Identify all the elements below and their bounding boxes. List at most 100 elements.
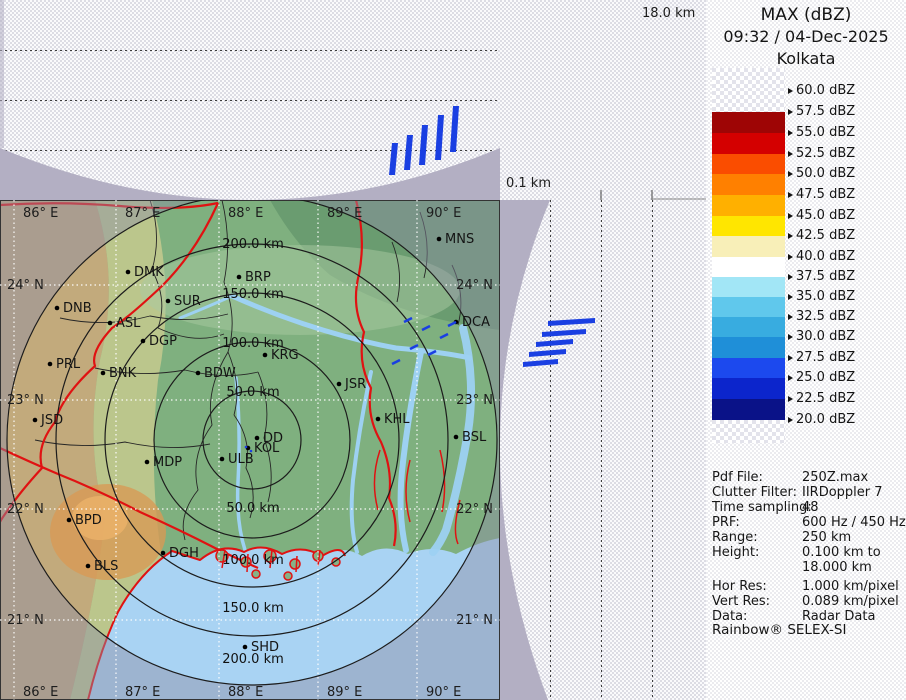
- info-label: Pdf File:: [712, 470, 763, 485]
- station-marker: [101, 371, 106, 376]
- station-marker: [255, 436, 260, 441]
- ppi-map: 86° E86° E87° E87° E88° E88° E89° E89° E…: [0, 200, 500, 700]
- scale-band: [712, 68, 785, 91]
- station-marker: [141, 339, 146, 344]
- station-label: PRL: [56, 357, 81, 372]
- station-label: KHL: [384, 412, 410, 427]
- map-canvas: 86° E86° E87° E87° E88° E88° E89° E89° E…: [0, 200, 500, 700]
- station-label: DMK: [134, 265, 164, 280]
- scale-band: [712, 154, 785, 174]
- lat-label-left: 24° N: [7, 278, 44, 293]
- scale-band: [712, 195, 785, 216]
- lon-label-bottom: 87° E: [125, 685, 160, 700]
- scale-tick-arrow-icon: [788, 151, 793, 157]
- scale-tick-arrow-icon: [788, 171, 793, 177]
- scale-value-label: 55.0 dBZ: [796, 125, 855, 139]
- range-ring-label: 50.0 km: [226, 385, 279, 400]
- scale-tick-arrow-icon: [788, 294, 793, 300]
- station-label: ASL: [116, 316, 141, 331]
- station-label: KOL: [254, 441, 280, 456]
- scale-value-label: 45.0 dBZ: [796, 208, 855, 222]
- station-label: DCA: [462, 315, 490, 330]
- range-ring-label: 100.0 km: [222, 553, 284, 568]
- station-marker: [166, 299, 171, 304]
- ns-echo-bar: [523, 359, 558, 367]
- station-label: BNK: [109, 366, 137, 381]
- scale-tick-arrow-icon: [788, 192, 793, 198]
- station-marker: [67, 518, 72, 523]
- info-value: IIRDoppler 7: [802, 485, 883, 500]
- range-ring-label: 150.0 km: [222, 287, 284, 302]
- corner-ticks: [500, 0, 706, 200]
- station-marker: [337, 382, 342, 387]
- info-value: 18.000 km: [802, 560, 872, 575]
- scale-band: [712, 399, 785, 420]
- scale-tick-arrow-icon: [788, 88, 793, 94]
- scale-value-label: 32.5 dBZ: [796, 309, 855, 323]
- station-label: ULB: [228, 452, 254, 467]
- scale-band: [712, 257, 785, 277]
- beam-blind-wedge: [500, 200, 550, 700]
- panel-edge-shade: [0, 0, 4, 148]
- scale-value-label: 30.0 dBZ: [796, 329, 855, 343]
- lon-label-top: 86° E: [23, 206, 58, 221]
- scale-tick-arrow-icon: [788, 334, 793, 340]
- scale-value-label: 57.5 dBZ: [796, 104, 855, 118]
- scale-band: [712, 112, 785, 133]
- ew-echo-bar: [419, 125, 428, 165]
- station-marker: [48, 362, 53, 367]
- product-title: MAX (dBZ): [706, 5, 906, 25]
- station-label: SHD: [251, 640, 279, 655]
- info-label: Hor Res:: [712, 579, 767, 594]
- lat-label-right: 23° N: [456, 393, 493, 408]
- scale-tick-arrow-icon: [788, 274, 793, 280]
- scale-band: [712, 133, 785, 154]
- scale-tick-arrow-icon: [788, 375, 793, 381]
- echo-dot: [250, 450, 253, 453]
- scale-value-label: 35.0 dBZ: [796, 289, 855, 303]
- lat-label-left: 23° N: [7, 393, 44, 408]
- station-marker: [145, 460, 150, 465]
- station-label: DGP: [149, 334, 177, 349]
- station-label: DNB: [63, 301, 92, 316]
- range-ring-label: 150.0 km: [222, 601, 284, 616]
- scale-tick-arrow-icon: [788, 130, 793, 136]
- info-label: Vert Res:: [712, 594, 770, 609]
- station-marker: [126, 270, 131, 275]
- radar-display-window: 18.0 km 0.1 km: [0, 0, 906, 700]
- info-label: Range:: [712, 530, 758, 545]
- scale-band: [712, 91, 785, 112]
- info-label: Time sampling:: [712, 500, 812, 515]
- station-label: BRP: [245, 270, 271, 285]
- scale-tick-arrow-icon: [788, 213, 793, 219]
- station-label: KRG: [271, 348, 299, 363]
- station-marker: [376, 417, 381, 422]
- lon-label-bottom: 86° E: [23, 685, 58, 700]
- station-label: SUR: [174, 294, 201, 309]
- lon-label-bottom: 88° E: [228, 685, 263, 700]
- ns-echo-bar: [548, 318, 595, 326]
- scale-band: [712, 420, 785, 443]
- station-marker: [220, 457, 225, 462]
- station-marker: [108, 321, 113, 326]
- legend-panel: MAX (dBZ) 09:32 / 04-Dec-2025 Kolkata 60…: [706, 0, 906, 700]
- station-marker: [243, 645, 248, 650]
- info-label: PRF:: [712, 515, 740, 530]
- station-label: DGH: [169, 546, 199, 561]
- scale-value-label: 22.5 dBZ: [796, 391, 855, 405]
- ns-echo-bar: [529, 349, 566, 357]
- info-value: 250 km: [802, 530, 851, 545]
- station-label: MNS: [445, 232, 474, 247]
- height-axis-corner: 18.0 km 0.1 km: [500, 0, 706, 200]
- scale-value-label: 47.5 dBZ: [796, 187, 855, 201]
- range-ring-label: 50.0 km: [226, 501, 279, 516]
- ew-echo-bar: [404, 135, 413, 170]
- station-marker: [33, 418, 38, 423]
- station-marker: [237, 275, 242, 280]
- scan-timestamp: 09:32 / 04-Dec-2025: [706, 27, 906, 46]
- ns-projection-panel: [500, 200, 700, 700]
- info-value: 0.089 km/pixel: [802, 594, 899, 609]
- station-marker: [454, 435, 459, 440]
- radar-station: Kolkata: [706, 49, 906, 68]
- scale-band: [712, 174, 785, 195]
